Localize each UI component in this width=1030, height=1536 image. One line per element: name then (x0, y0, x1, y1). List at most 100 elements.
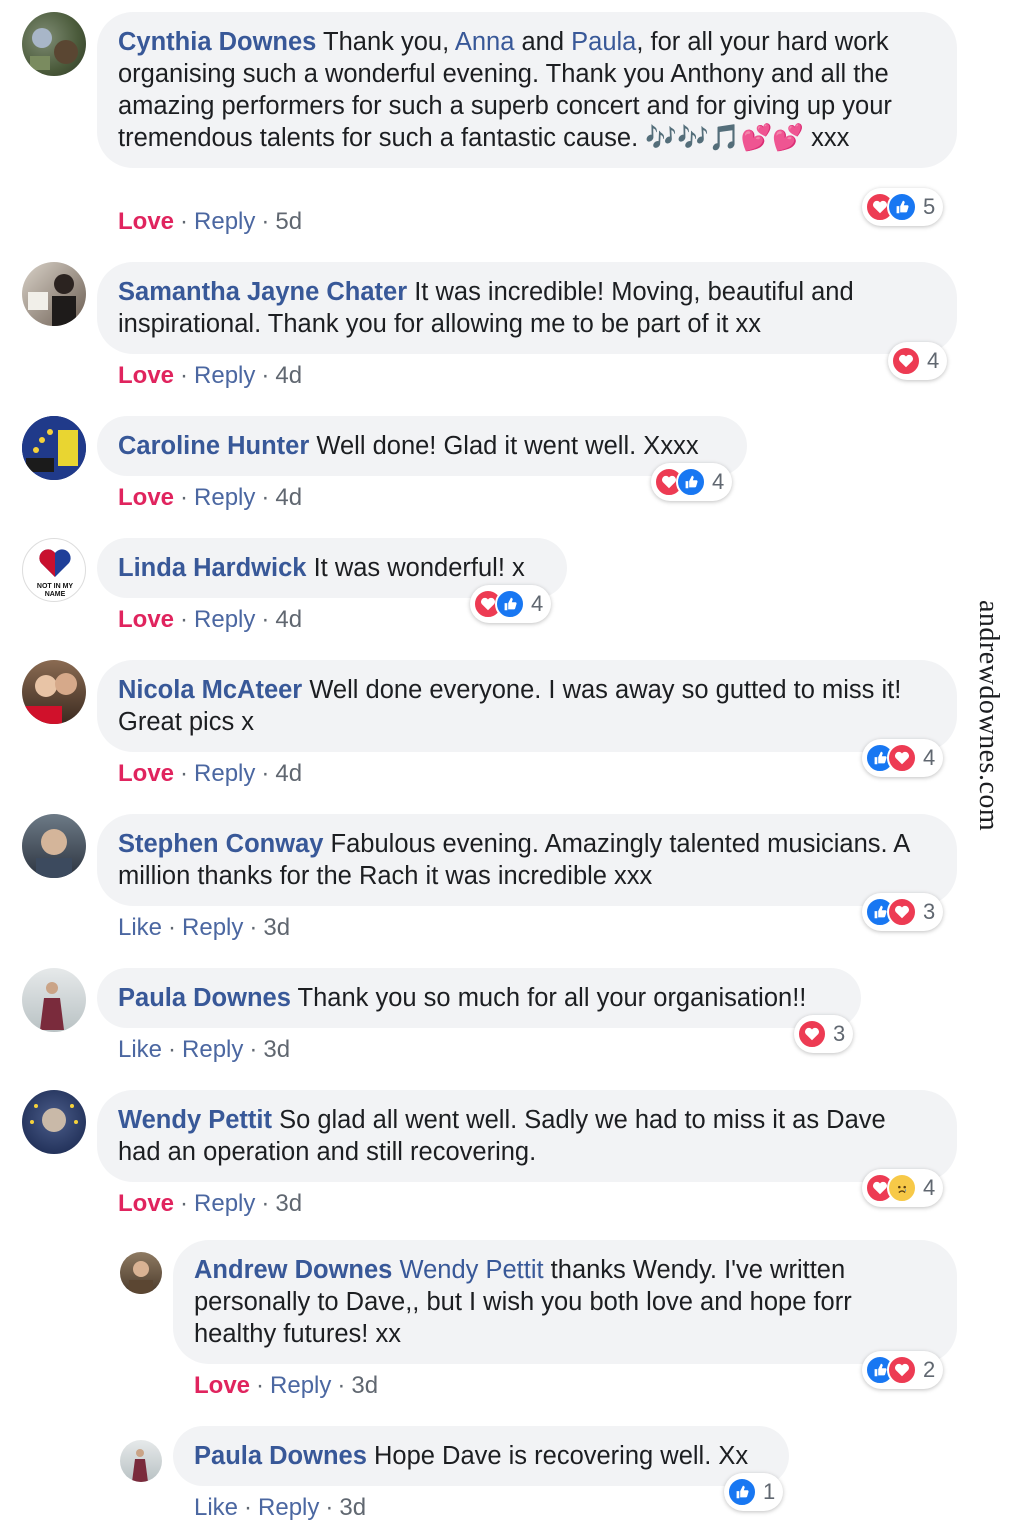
separator: · (337, 1372, 346, 1399)
mention-link[interactable]: Wendy Pettit (399, 1256, 543, 1284)
separator: · (249, 1036, 258, 1063)
love-action[interactable]: Love (194, 1372, 250, 1399)
timestamp[interactable]: 3d (351, 1372, 378, 1399)
reaction-count: 2 (923, 1357, 936, 1382)
love-action[interactable]: Love (118, 760, 174, 787)
reply-link[interactable]: Reply (182, 914, 243, 941)
timestamp[interactable]: 3d (339, 1494, 366, 1521)
reply-link[interactable]: Reply (194, 484, 255, 511)
avatar-photo (22, 416, 86, 480)
reaction-summary[interactable]: 2 (862, 1351, 944, 1389)
reply-link[interactable]: Reply (182, 1036, 243, 1063)
timestamp[interactable]: 3d (263, 914, 290, 941)
comment-actions: Like · Reply · 3d (194, 1493, 366, 1523)
comment-author[interactable]: Cynthia Downes (118, 28, 316, 56)
avatar[interactable] (22, 1090, 86, 1154)
comment-bubble: Paula Downes Hope Dave is recovering wel… (173, 1426, 789, 1486)
love-action[interactable]: Love (118, 208, 174, 235)
timestamp[interactable]: 3d (263, 1036, 290, 1063)
comment-bubble: Stephen Conway Fabulous evening. Amazing… (97, 814, 957, 906)
avatar[interactable] (22, 968, 86, 1032)
comment-actions: Love · Reply · 3d (194, 1371, 378, 1401)
like-action[interactable]: Like (118, 914, 162, 941)
comment-author[interactable]: Andrew Downes (194, 1256, 392, 1284)
reaction-summary[interactable]: 4 (862, 739, 944, 777)
timestamp[interactable]: 5d (275, 208, 302, 235)
separator: · (261, 208, 270, 235)
reply-link[interactable]: Reply (194, 1190, 255, 1217)
comment-bubble: Caroline Hunter Well done! Glad it went … (97, 416, 747, 476)
love-action[interactable]: Love (118, 362, 174, 389)
reaction-count: 4 (923, 1175, 936, 1200)
reply-link[interactable]: Reply (194, 760, 255, 787)
avatar[interactable] (22, 12, 86, 76)
love-reaction-icon (887, 897, 917, 927)
separator: · (325, 1494, 334, 1521)
reaction-summary[interactable]: 4 (470, 585, 552, 623)
comment-author[interactable]: Nicola McAteer (118, 676, 302, 704)
like-action[interactable]: Like (118, 1036, 162, 1063)
timestamp[interactable]: 4d (275, 760, 302, 787)
mention-link[interactable]: Anna (455, 28, 515, 56)
svg-text:NAME: NAME (45, 591, 66, 598)
reaction-summary[interactable]: 4 (651, 463, 733, 501)
avatar-photo (40, 982, 64, 1030)
reaction-count: 4 (923, 745, 936, 770)
comment-author[interactable]: Paula Downes (194, 1442, 367, 1470)
separator: · (261, 606, 270, 633)
love-action[interactable]: Love (118, 1190, 174, 1217)
reply-link[interactable]: Reply (194, 606, 255, 633)
timestamp[interactable]: 4d (275, 362, 302, 389)
timestamp[interactable]: 3d (275, 1190, 302, 1217)
avatar-photo: NOT IN MYNAME (37, 549, 73, 598)
comment-text: and (514, 28, 572, 56)
comment-bubble: Paula Downes Thank you so much for all y… (97, 968, 861, 1028)
reply-link[interactable]: Reply (194, 208, 255, 235)
avatar[interactable] (22, 814, 86, 878)
reply-link[interactable]: Reply (270, 1372, 331, 1399)
avatar[interactable] (120, 1252, 162, 1294)
avatar[interactable] (120, 1440, 162, 1482)
avatar[interactable] (22, 262, 86, 326)
avatar[interactable] (22, 660, 86, 724)
love-action[interactable]: Love (118, 606, 174, 633)
comment-author[interactable]: Samantha Jayne Chater (118, 278, 407, 306)
timestamp[interactable]: 4d (275, 606, 302, 633)
avatar[interactable]: NOT IN MY NAME (22, 538, 86, 602)
comment-author[interactable]: Paula Downes (118, 984, 291, 1012)
reply-link[interactable]: Reply (194, 362, 255, 389)
reaction-summary[interactable]: 3 (794, 1015, 854, 1053)
comment-author[interactable]: Stephen Conway (118, 830, 323, 858)
timestamp[interactable]: 4d (275, 484, 302, 511)
reaction-count: 5 (923, 194, 936, 219)
separator: · (261, 484, 270, 511)
reaction-summary[interactable]: 1 (724, 1473, 784, 1511)
avatar-photo (22, 673, 77, 724)
avatar-photo (36, 829, 72, 878)
love-action[interactable]: Love (118, 484, 174, 511)
comment-author[interactable]: Wendy Pettit (118, 1106, 272, 1134)
mention-link[interactable]: Paula (571, 28, 636, 56)
comment-author[interactable]: Caroline Hunter (118, 432, 309, 460)
reaction-summary[interactable]: 3 (862, 893, 944, 931)
comment-text: Thank you so much for all your organisat… (297, 984, 807, 1012)
avatar-photo (129, 1261, 153, 1294)
separator: · (261, 362, 270, 389)
like-reaction-icon (495, 589, 525, 619)
avatar[interactable] (22, 416, 86, 480)
reaction-count: 4 (927, 348, 940, 373)
avatar-photo (132, 1449, 148, 1482)
comment-author[interactable]: Linda Hardwick (118, 554, 306, 582)
comment-text: Well done! Glad it went well. Xxxx (316, 432, 699, 460)
separator: · (168, 1036, 177, 1063)
comment-actions: Love · Reply · 5d (118, 207, 302, 237)
reaction-summary[interactable]: 5 (862, 188, 944, 226)
reply-link[interactable]: Reply (258, 1494, 319, 1521)
like-action[interactable]: Like (194, 1494, 238, 1521)
reaction-summary[interactable]: 4 (862, 1169, 944, 1207)
avatar-photo (30, 1104, 78, 1132)
reaction-summary[interactable]: 4 (888, 342, 948, 380)
comment-actions: Love · Reply · 4d (118, 361, 302, 391)
separator: · (180, 208, 189, 235)
comment-text: Thank you, (323, 28, 455, 56)
